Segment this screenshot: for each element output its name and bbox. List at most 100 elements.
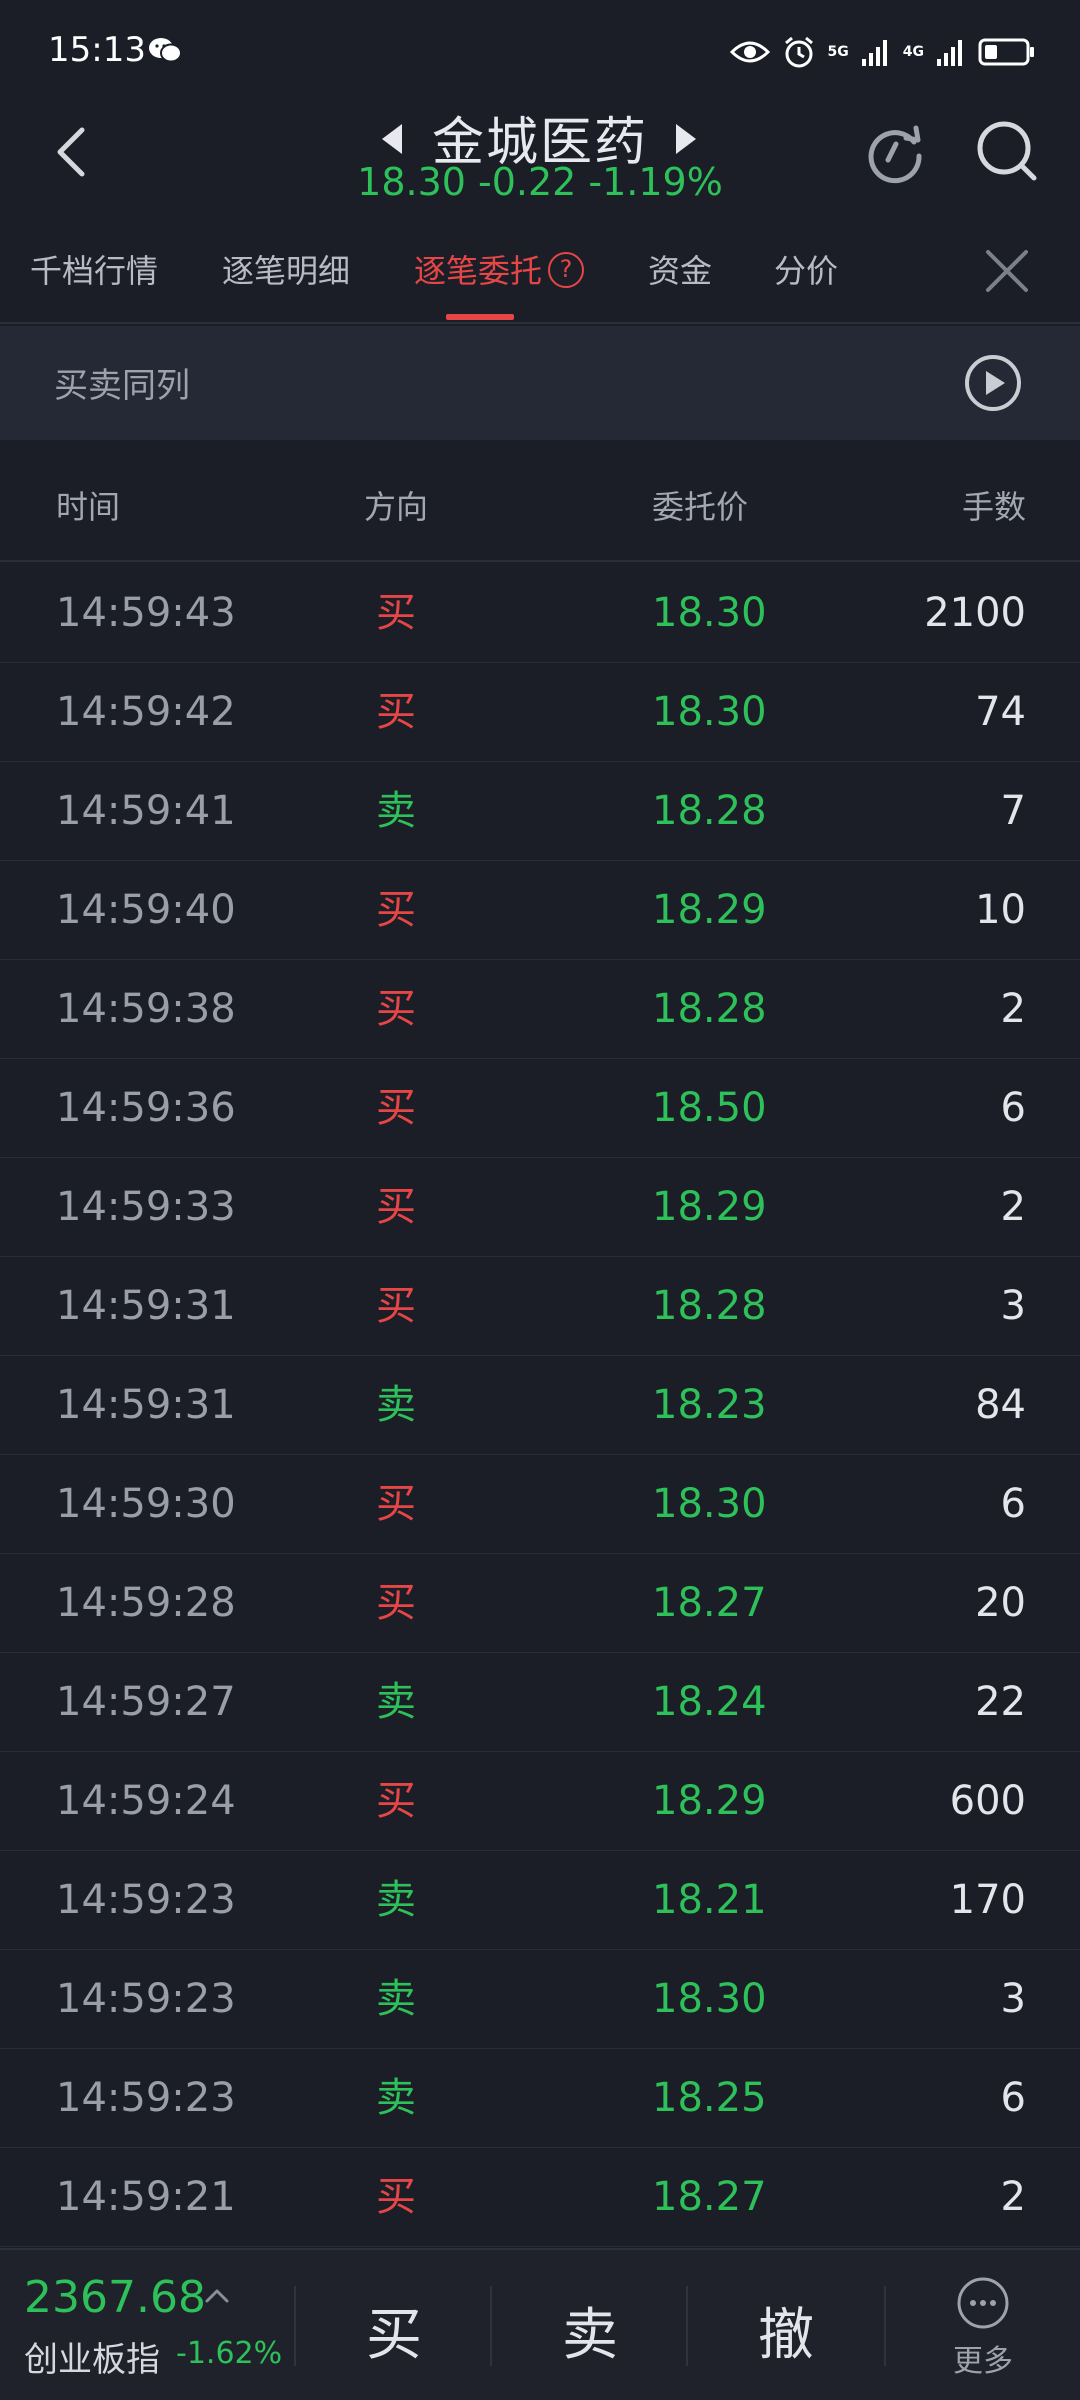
tab-trade-detail[interactable]: 逐笔明细 (222, 246, 350, 296)
tab-capital[interactable]: 资金 (648, 246, 712, 296)
network-5g-label: 5G (827, 44, 849, 60)
divider (884, 2286, 886, 2366)
cell-price: 18.28 (652, 986, 767, 1032)
cell-direction: 买 (376, 1580, 416, 1626)
chevron-up-icon (205, 2289, 229, 2303)
cell-direction: 买 (376, 1085, 416, 1131)
table-header: 时间 方向 委托价 手数 (0, 446, 1080, 562)
bottom-bar: 2367.68 创业板指 -1.62% 买 卖 撤 更多 (0, 2248, 1080, 2400)
cell-quantity: 3 (1000, 1976, 1026, 2022)
search-icon[interactable] (974, 118, 1040, 184)
status-icons: 5G 4G (729, 30, 1036, 74)
index-value: 2367.68 (24, 2272, 206, 2323)
cell-direction: 卖 (376, 2075, 416, 2121)
cell-time: 14:59:30 (56, 1481, 236, 1527)
cell-quantity: 10 (975, 887, 1026, 933)
table-row: 14:59:40 买 18.29 10 (0, 861, 1080, 960)
cell-price: 18.50 (652, 1085, 767, 1131)
cell-time: 14:59:43 (56, 590, 236, 636)
table-row: 14:59:36 买 18.50 6 (0, 1059, 1080, 1158)
cell-time: 14:59:33 (56, 1184, 236, 1230)
prev-stock-icon[interactable] (380, 122, 404, 156)
help-icon[interactable]: ? (548, 252, 585, 288)
cell-quantity: 84 (975, 1382, 1026, 1428)
cell-time: 14:59:23 (56, 2075, 236, 2121)
back-arrow-icon[interactable] (50, 124, 96, 180)
cell-quantity: 20 (975, 1580, 1026, 1626)
tab-order-detail[interactable]: 逐笔委托? (414, 246, 585, 296)
cell-direction: 买 (376, 1184, 416, 1230)
cell-quantity: 7 (1000, 788, 1026, 834)
play-icon[interactable] (964, 354, 1022, 412)
clock: 15:13 (48, 30, 146, 70)
col-header-time: 时间 (56, 488, 121, 526)
cell-price: 18.27 (652, 2174, 767, 2220)
cell-quantity: 3 (1000, 1283, 1026, 1329)
cell-time: 14:59:28 (56, 1580, 236, 1626)
col-header-price: 委托价 (652, 488, 749, 526)
table-row: 14:59:23 卖 18.21 170 (0, 1851, 1080, 1950)
cell-price: 18.29 (652, 1778, 767, 1824)
cell-quantity: 6 (1000, 1085, 1026, 1131)
refresh-icon[interactable] (862, 120, 928, 186)
cell-price: 18.25 (652, 2075, 767, 2121)
cell-direction: 买 (376, 1778, 416, 1824)
more-label: 更多 (953, 2344, 1013, 2379)
table-row: 14:59:41 卖 18.28 7 (0, 762, 1080, 861)
cell-time: 14:59:24 (56, 1778, 236, 1824)
cell-direction: 卖 (376, 1976, 416, 2022)
cell-time: 14:59:31 (56, 1382, 236, 1428)
cell-time: 14:59:40 (56, 887, 236, 933)
cell-price: 18.28 (652, 1283, 767, 1329)
cell-direction: 卖 (376, 1877, 416, 1923)
cell-quantity: 74 (975, 689, 1026, 735)
cell-direction: 卖 (376, 1679, 416, 1725)
cancel-order-button[interactable]: 撤 (688, 2290, 884, 2371)
table-row: 14:59:28 买 18.27 20 (0, 1554, 1080, 1653)
tab-order-detail-label: 逐笔委托 (414, 252, 543, 290)
table-row: 14:59:33 买 18.29 2 (0, 1158, 1080, 1257)
eye-icon (729, 41, 770, 63)
cell-quantity: 2100 (924, 590, 1026, 636)
cell-time: 14:59:36 (56, 1085, 236, 1131)
cell-quantity: 6 (1000, 2075, 1026, 2121)
col-header-direction: 方向 (364, 488, 429, 526)
cell-quantity: 6 (1000, 1481, 1026, 1527)
cell-price: 18.28 (652, 788, 767, 834)
cell-quantity: 2 (1000, 986, 1026, 1032)
cell-time: 14:59:38 (56, 986, 236, 1032)
cell-quantity: 170 (949, 1877, 1026, 1923)
cell-quantity: 2 (1000, 2174, 1026, 2220)
cell-price: 18.24 (652, 1679, 767, 1725)
tab-price-distribution[interactable]: 分价 (774, 246, 838, 296)
order-list[interactable]: 14:59:43 买 18.30 2100 14:59:42 买 18.30 74 14:59:… (0, 564, 1080, 2247)
sell-button[interactable]: 卖 (492, 2290, 688, 2371)
cell-price: 18.21 (652, 1877, 767, 1923)
cell-direction: 卖 (376, 788, 416, 834)
cell-direction: 买 (376, 887, 416, 933)
cell-direction: 买 (376, 1481, 416, 1527)
cell-price: 18.30 (652, 1976, 767, 2022)
alarm-icon (784, 36, 813, 68)
battery-icon (978, 38, 1034, 66)
cell-price: 18.23 (652, 1382, 767, 1428)
cell-price: 18.29 (652, 887, 767, 933)
cell-price: 18.29 (652, 1184, 767, 1230)
next-stock-icon[interactable] (674, 122, 698, 156)
stock-quote: 18.30 -0.22 -1.19% (357, 160, 723, 204)
banner-label: 买卖同列 (54, 366, 190, 406)
cell-direction: 买 (376, 1283, 416, 1329)
col-header-quantity: 手数 (961, 488, 1026, 526)
table-row: 14:59:23 卖 18.25 6 (0, 2049, 1080, 2148)
active-tab-indicator (446, 314, 514, 320)
buy-button[interactable]: 买 (296, 2290, 492, 2371)
cell-direction: 买 (376, 2174, 416, 2220)
cell-quantity: 600 (949, 1778, 1026, 1824)
cell-direction: 卖 (376, 1382, 416, 1428)
close-icon[interactable] (982, 246, 1032, 296)
table-row: 14:59:38 买 18.28 2 (0, 960, 1080, 1059)
signal-4g-icon (937, 40, 962, 66)
cell-direction: 买 (376, 590, 416, 636)
table-row: 14:59:23 卖 18.30 3 (0, 1950, 1080, 2049)
tab-order-book[interactable]: 千档行情 (30, 246, 158, 296)
